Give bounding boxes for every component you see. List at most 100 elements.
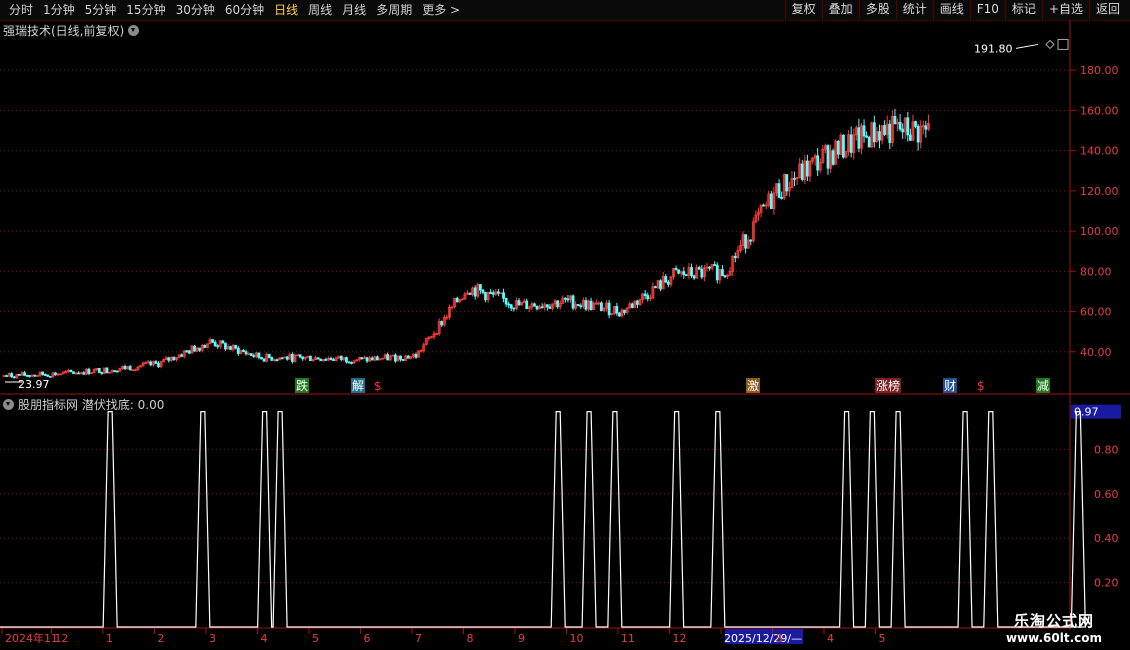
- action-button-0[interactable]: 复权: [784, 0, 822, 19]
- candle-body: [123, 366, 127, 370]
- candle-body: [316, 357, 320, 360]
- action-button-4[interactable]: 画线: [932, 0, 970, 19]
- candle-body: [285, 356, 289, 360]
- candle-body: [187, 350, 191, 354]
- candle-body: [324, 359, 328, 361]
- candle-body: [636, 300, 639, 305]
- candle-body: [630, 303, 634, 308]
- candle-body: [252, 355, 256, 357]
- candle-body: [234, 345, 238, 349]
- candle-body: [924, 125, 928, 130]
- candle-body: [893, 115, 897, 125]
- period-tab-4[interactable]: 30分钟: [171, 2, 220, 18]
- candle-body: [643, 293, 647, 296]
- action-button-1[interactable]: 叠加: [821, 0, 859, 19]
- diamond-icon: [1045, 39, 1055, 50]
- candle-body: [339, 355, 343, 360]
- period-tab-10[interactable]: 更多 >: [417, 2, 465, 18]
- period-tab-2[interactable]: 5分钟: [80, 2, 122, 18]
- candle-body: [865, 135, 869, 138]
- candle-body: [826, 145, 830, 169]
- chart-canvas[interactable]: 40.00 60.00 80.00 100.00 120.00 140.00 160.00 1…: [0, 20, 1130, 650]
- period-tab-1[interactable]: 1分钟: [38, 2, 80, 18]
- candle-body: [128, 366, 132, 371]
- candle-body: [862, 125, 866, 137]
- x-tick-label: 5: [879, 632, 886, 645]
- event-marker-2: $: [374, 379, 382, 393]
- event-marker-0: 跌: [296, 378, 308, 393]
- candle-body: [301, 356, 305, 360]
- candle-body: [700, 268, 704, 278]
- candle-body: [576, 304, 580, 307]
- candle-body: [211, 339, 214, 343]
- period-tab-6[interactable]: 日线: [269, 2, 303, 18]
- x-tick-label: 6: [364, 632, 371, 645]
- indicator-tick-label: 0.40: [1094, 532, 1119, 545]
- candle-body: [249, 353, 253, 356]
- candle-body: [12, 376, 16, 379]
- y-tick-label: 60.00: [1080, 306, 1112, 319]
- action-button-5[interactable]: F10: [969, 0, 1005, 19]
- candle-body: [180, 354, 184, 357]
- candle-body: [370, 357, 374, 361]
- event-marker-5: 财: [944, 379, 956, 393]
- candle-body: [360, 357, 364, 359]
- candle-body: [509, 304, 513, 309]
- candle-body: [149, 361, 153, 366]
- action-button-6[interactable]: 标记: [1004, 0, 1042, 19]
- candle-body: [41, 371, 45, 375]
- action-button-7[interactable]: +自选: [1041, 0, 1089, 19]
- x-tick-label: 11: [621, 632, 635, 645]
- y-tick-label: 40.00: [1080, 346, 1112, 359]
- period-tab-7[interactable]: 周线: [303, 2, 337, 18]
- candle-body: [517, 300, 521, 306]
- candle-body: [167, 357, 171, 361]
- candle-body: [298, 354, 302, 358]
- low-label: 23.97: [18, 378, 50, 391]
- event-marker-3: 激: [747, 379, 759, 393]
- candle-body: [18, 374, 21, 376]
- candle-body: [721, 269, 724, 277]
- candle-body: [713, 264, 717, 266]
- action-button-2[interactable]: 多股: [858, 0, 896, 19]
- candle-body: [375, 356, 379, 361]
- event-marker-1: 解: [352, 379, 364, 393]
- period-tab-3[interactable]: 15分钟: [121, 2, 170, 18]
- x-tick-label: 7: [415, 632, 422, 645]
- candle-body: [236, 347, 240, 354]
- candle-body: [535, 305, 539, 310]
- x-tick-label: 2: [158, 632, 165, 645]
- period-tab-9[interactable]: 多周期: [371, 2, 417, 18]
- candle-body: [72, 371, 75, 374]
- candle-body: [540, 306, 544, 309]
- period-tab-5[interactable]: 60分钟: [220, 2, 269, 18]
- x-tick-label: 3: [209, 632, 216, 645]
- candle-body: [842, 134, 845, 158]
- action-button-8[interactable]: 返回: [1088, 0, 1126, 19]
- candle-body: [684, 274, 688, 277]
- candle-body: [872, 122, 876, 143]
- candle-body: [618, 312, 621, 317]
- candle-body: [332, 359, 336, 361]
- period-tab-8[interactable]: 月线: [337, 2, 371, 18]
- candle-body: [654, 286, 657, 289]
- candle-body: [615, 306, 619, 314]
- candle-body: [674, 268, 678, 271]
- candle-body: [800, 163, 804, 180]
- watermark-title: 乐淘公式网: [1013, 612, 1094, 630]
- candle-body: [28, 375, 32, 377]
- candle-body: [878, 131, 881, 141]
- candle-body: [172, 356, 176, 361]
- candle-body: [623, 309, 626, 313]
- period-tab-0[interactable]: 分时: [4, 2, 38, 18]
- candle-body: [566, 298, 570, 301]
- candle-body: [185, 350, 189, 353]
- indicator-line: [0, 411, 1086, 628]
- x-tick-label: 12: [55, 632, 69, 645]
- candle-body: [504, 297, 508, 305]
- action-button-3[interactable]: 统计: [895, 0, 933, 19]
- candle-body: [46, 374, 50, 377]
- candle-body: [785, 174, 789, 192]
- candle-body: [857, 127, 861, 149]
- candle-body: [43, 374, 47, 376]
